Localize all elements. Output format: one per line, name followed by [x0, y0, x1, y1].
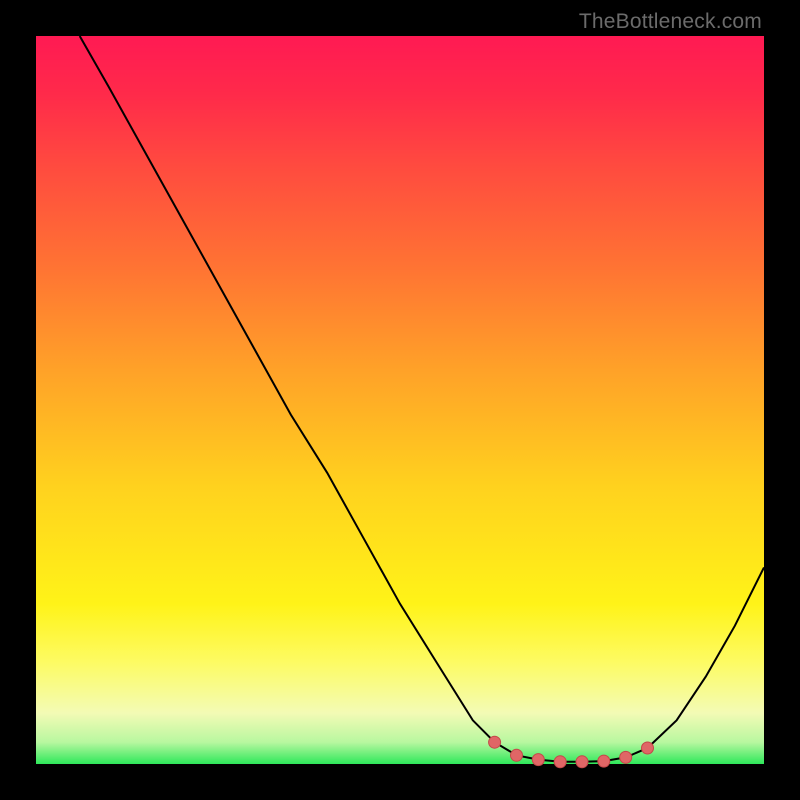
valley-dots	[489, 736, 654, 768]
valley-dot	[489, 736, 501, 748]
valley-dot	[620, 751, 632, 763]
chart-frame: TheBottleneck.com	[0, 0, 800, 800]
valley-dot	[576, 756, 588, 768]
valley-dot	[598, 755, 610, 767]
bottleneck-curve	[80, 36, 764, 762]
valley-dot	[532, 754, 544, 766]
valley-dot	[554, 756, 566, 768]
chart-overlay	[36, 36, 764, 764]
valley-dot	[511, 749, 523, 761]
watermark-text: TheBottleneck.com	[579, 10, 762, 34]
valley-dot	[642, 742, 654, 754]
